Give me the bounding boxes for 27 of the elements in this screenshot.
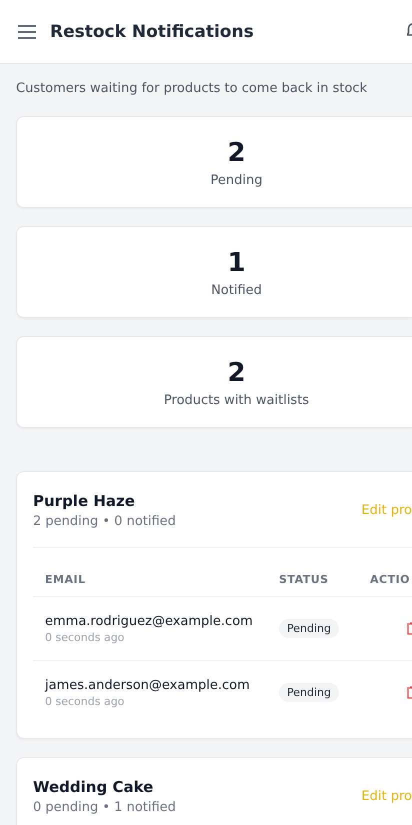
customer-email: james.anderson@example.com (45, 678, 251, 692)
status-badge: Pending (279, 683, 339, 702)
stat-label: Products with waitlists (164, 392, 310, 408)
stat-label: Pending (210, 172, 262, 188)
column-header: STATUS (279, 572, 330, 586)
column-header: EMAIL (45, 572, 87, 586)
trash-icon[interactable] (407, 622, 412, 635)
bell-icon[interactable] (407, 22, 412, 36)
stat-value: 2 (227, 136, 246, 168)
edit-product-link[interactable]: Edit pro (361, 503, 412, 518)
stat-label: Notified (211, 282, 262, 298)
product-summary: 0 pending • 1 notified (33, 800, 177, 815)
customer-email: emma.rodriguez@example.com (45, 614, 254, 628)
request-time: 0 seconds ago (45, 630, 126, 644)
trash-icon[interactable] (407, 686, 412, 699)
menu-icon[interactable] (18, 24, 36, 38)
product-name: Purple Haze (33, 492, 136, 510)
product-name: Wedding Cake (33, 778, 154, 796)
stat-value: 2 (227, 356, 246, 388)
product-summary: 2 pending • 0 notified (33, 514, 177, 529)
request-time: 0 seconds ago (45, 694, 126, 708)
status-badge: Pending (279, 619, 339, 638)
column-header: ACTIO (370, 572, 412, 586)
stat-value: 1 (227, 246, 246, 278)
page-title: Restock Notifications (50, 22, 255, 42)
page-subtitle: Customers waiting for products to come back in stock (15, 80, 368, 98)
edit-product-link[interactable]: Edit pro (361, 789, 412, 804)
